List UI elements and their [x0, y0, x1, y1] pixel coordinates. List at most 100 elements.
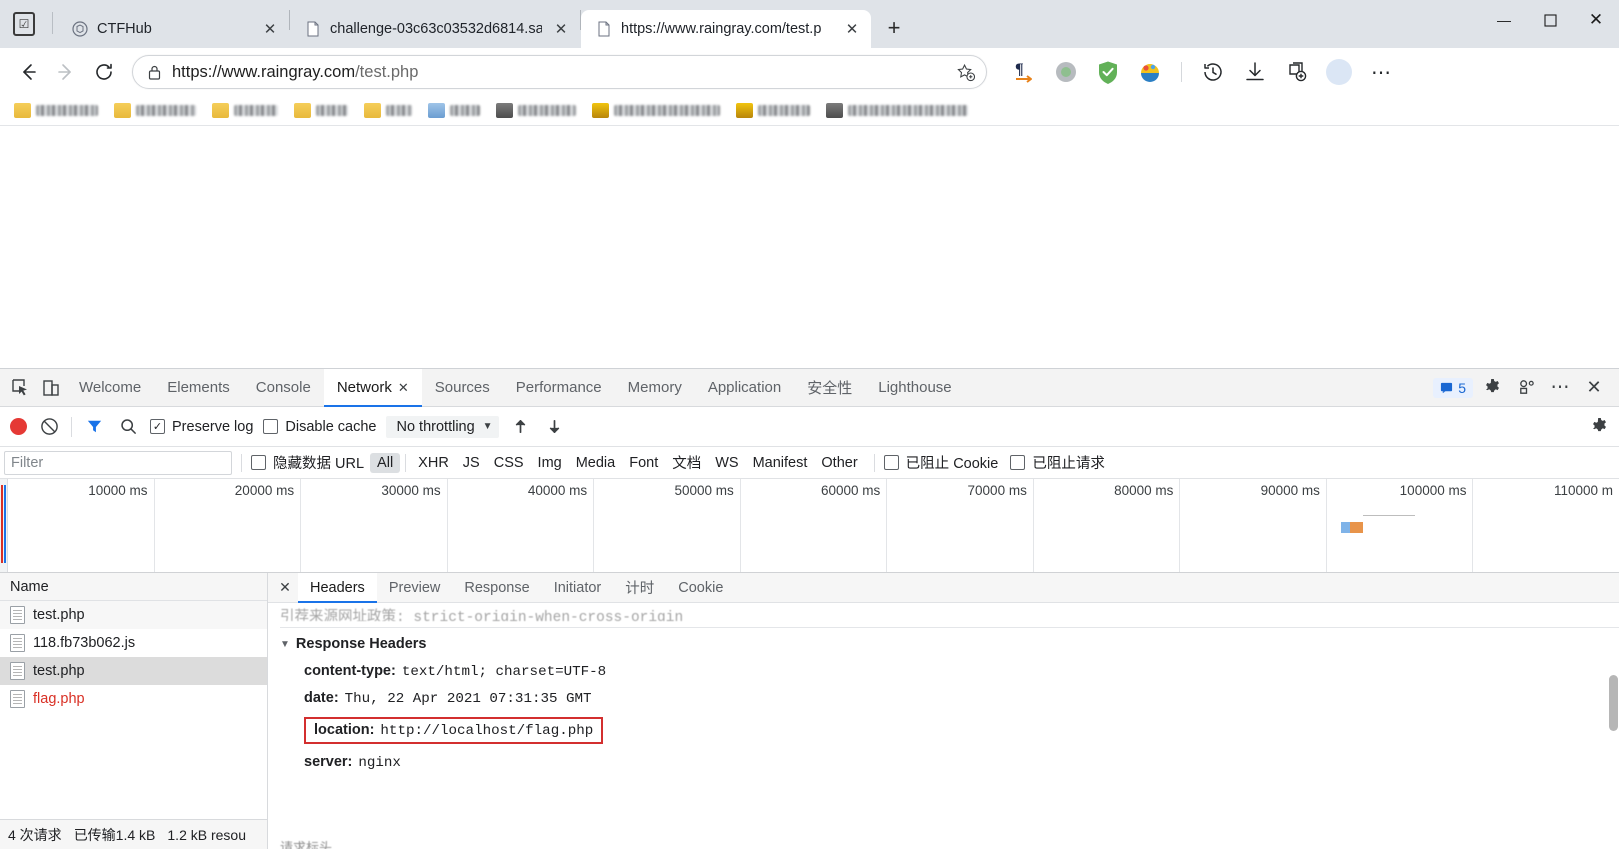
network-settings-gear-icon[interactable]: [1590, 417, 1609, 436]
filter-button[interactable]: [82, 415, 106, 439]
request-column-header[interactable]: Name: [0, 573, 267, 601]
detail-tab-preview[interactable]: Preview: [377, 573, 453, 603]
bookmark-item[interactable]: [428, 103, 480, 118]
blocked-requests-checkbox[interactable]: 已阻止请求: [1010, 452, 1105, 473]
tab-welcome[interactable]: Welcome: [66, 369, 154, 407]
tick-label: 80000 ms: [1114, 483, 1174, 498]
settings-gear-icon[interactable]: [1477, 373, 1507, 403]
star-add-icon[interactable]: [950, 63, 980, 82]
bookmark-item[interactable]: [826, 103, 968, 118]
tick-label: 20000 ms: [234, 483, 295, 498]
header-value: http://localhost/flag.php: [380, 723, 594, 739]
bookmark-item[interactable]: [294, 103, 348, 118]
downloads-icon[interactable]: [1238, 55, 1272, 89]
tab-sources[interactable]: Sources: [422, 369, 503, 407]
preserve-log-checkbox[interactable]: ✓ Preserve log: [150, 419, 253, 435]
bookmark-item[interactable]: [496, 103, 576, 118]
clear-button[interactable]: [37, 415, 61, 439]
forward-button[interactable]: [48, 54, 84, 90]
detail-tab-response[interactable]: Response: [452, 573, 541, 603]
bookmark-item[interactable]: [14, 103, 98, 118]
back-button[interactable]: [10, 54, 46, 90]
adguard-shield-icon[interactable]: [1091, 55, 1125, 89]
throttling-select[interactable]: No throttling ▼: [386, 415, 499, 438]
tab-security[interactable]: 安全性: [794, 369, 865, 407]
tab-raingray-testphp[interactable]: https://www.raingray.com/test.p ✕: [581, 10, 871, 48]
colorful-icon[interactable]: [1133, 55, 1167, 89]
record-button[interactable]: [10, 418, 27, 435]
minimize-button[interactable]: —: [1481, 0, 1527, 40]
close-devtools-icon[interactable]: ✕: [1579, 373, 1609, 403]
table-row[interactable]: test.php: [0, 601, 267, 629]
scrollbar-thumb[interactable]: [1609, 675, 1618, 731]
tick-label: 50000 ms: [674, 483, 734, 498]
tab-close-button[interactable]: ✕: [841, 18, 863, 40]
response-headers-section-title[interactable]: ▼ Response Headers: [280, 628, 1619, 658]
address-bar[interactable]: https://www.raingray.com/test.php: [132, 55, 987, 89]
tab-close-button[interactable]: ✕: [259, 18, 281, 40]
tab-challenge[interactable]: challenge-03c63c03532d6814.sa ✕: [290, 10, 580, 48]
table-row[interactable]: flag.php: [0, 685, 267, 713]
detail-scrollbar[interactable]: [1609, 637, 1618, 847]
history-icon[interactable]: [1196, 55, 1230, 89]
hide-data-urls-checkbox[interactable]: 隐藏数据 URL: [251, 452, 364, 473]
filter-type-xhr[interactable]: XHR: [411, 453, 456, 473]
bookmark-item[interactable]: [114, 103, 196, 118]
close-icon[interactable]: ✕: [398, 380, 409, 396]
table-row-selected[interactable]: test.php: [0, 657, 267, 685]
close-window-button[interactable]: ✕: [1573, 0, 1619, 40]
detail-tab-headers[interactable]: Headers: [298, 572, 377, 603]
tab-performance[interactable]: Performance: [503, 369, 615, 407]
browser-more-button[interactable]: ⋯: [1364, 55, 1398, 89]
tab-console[interactable]: Console: [243, 369, 324, 407]
detail-tab-cookie[interactable]: Cookie: [666, 573, 735, 603]
filter-type-manifest[interactable]: Manifest: [746, 453, 815, 473]
close-detail-icon[interactable]: ✕: [272, 573, 298, 603]
search-button[interactable]: [116, 415, 140, 439]
filter-type-doc[interactable]: 文档: [665, 450, 708, 475]
table-row[interactable]: 118.fb73b062.js: [0, 629, 267, 657]
import-har-icon[interactable]: [509, 415, 533, 439]
filter-type-media[interactable]: Media: [569, 453, 623, 473]
bookmark-item[interactable]: [212, 103, 278, 118]
reload-button[interactable]: [86, 54, 122, 90]
collections-icon[interactable]: [1280, 55, 1314, 89]
maximize-button[interactable]: [1527, 0, 1573, 40]
disable-cache-checkbox[interactable]: Disable cache: [263, 419, 376, 435]
more-options-icon[interactable]: ⋯: [1545, 373, 1575, 403]
console-message-count[interactable]: 5: [1433, 377, 1473, 398]
filter-type-js[interactable]: JS: [456, 453, 487, 473]
filter-type-other[interactable]: Other: [814, 453, 864, 473]
filter-type-font[interactable]: Font: [622, 453, 665, 473]
export-har-icon[interactable]: [543, 415, 567, 439]
inspect-element-icon[interactable]: [6, 373, 36, 403]
grey-circle-icon[interactable]: [1049, 55, 1083, 89]
tab-actions-button[interactable]: ☑: [0, 0, 48, 48]
pilcrow-icon[interactable]: ¶: [1007, 55, 1041, 89]
bookmark-item[interactable]: [592, 103, 720, 118]
network-overview-timeline[interactable]: 10000 ms 20000 ms 30000 ms 40000 ms 5000…: [0, 479, 1619, 573]
tab-network[interactable]: Network ✕: [323, 368, 422, 407]
bookmark-item[interactable]: [736, 103, 810, 118]
document-icon: [10, 690, 25, 708]
filter-type-css[interactable]: CSS: [487, 453, 531, 473]
filter-type-all[interactable]: All: [370, 452, 401, 473]
tab-close-button[interactable]: ✕: [550, 18, 572, 40]
filter-type-ws[interactable]: WS: [708, 453, 745, 473]
device-toolbar-icon[interactable]: [36, 373, 66, 403]
tab-lighthouse[interactable]: Lighthouse: [865, 369, 964, 407]
filter-type-img[interactable]: Img: [531, 453, 569, 473]
tab-ctfhub[interactable]: CTFHub ✕: [57, 10, 289, 48]
tab-memory[interactable]: Memory: [615, 369, 695, 407]
profile-avatar[interactable]: [1322, 55, 1356, 89]
tab-application[interactable]: Application: [695, 369, 794, 407]
detail-tab-initiator[interactable]: Initiator: [542, 573, 614, 603]
tab-label: Network: [336, 379, 392, 396]
new-tab-button[interactable]: +: [877, 11, 911, 45]
detail-tab-timing[interactable]: 计时: [613, 573, 666, 603]
tab-elements[interactable]: Elements: [154, 369, 243, 407]
blocked-cookies-checkbox[interactable]: 已阻止 Cookie: [883, 452, 998, 473]
bookmark-item[interactable]: [364, 103, 412, 118]
filter-input[interactable]: Filter: [4, 450, 232, 475]
devtools-customize-icon[interactable]: [1511, 373, 1541, 403]
